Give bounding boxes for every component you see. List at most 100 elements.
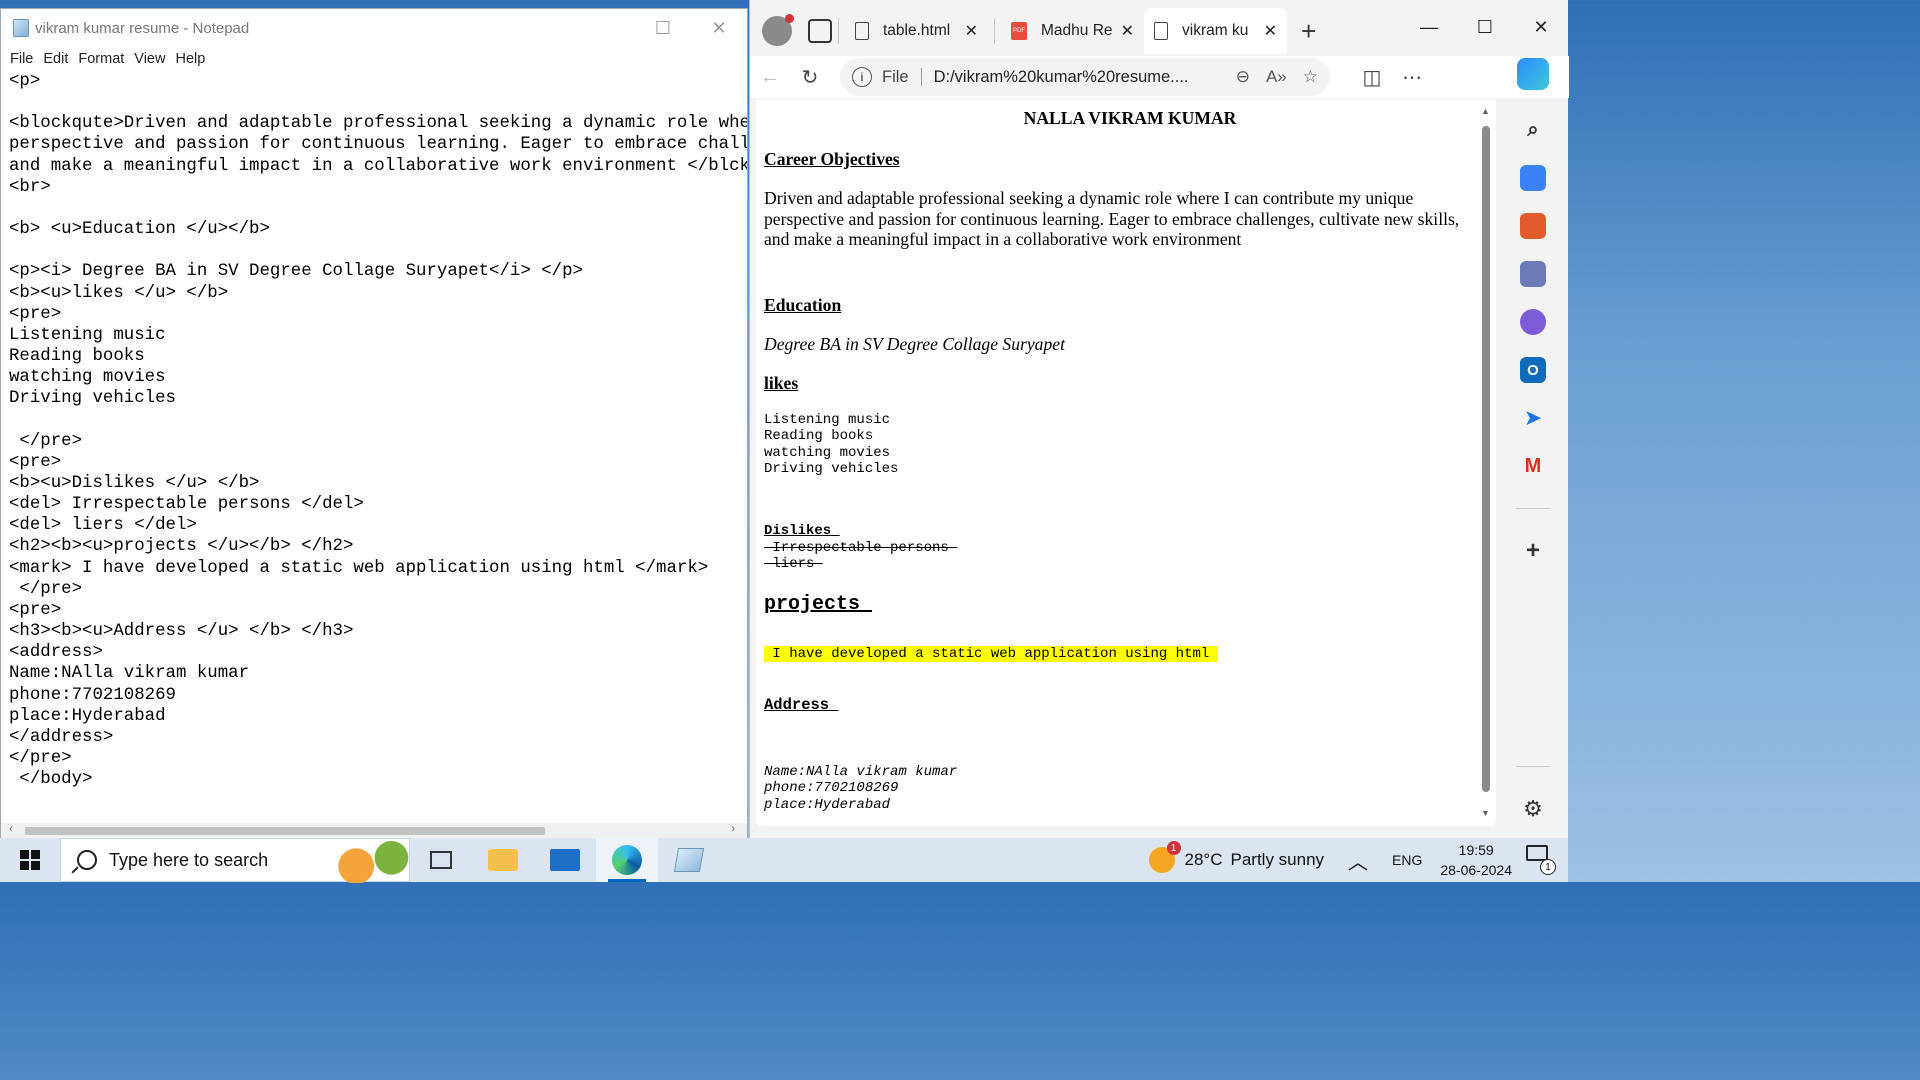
read-aloud-icon[interactable]: A» (1266, 67, 1287, 87)
tab-bar: table.html ✕ PDF Madhu Re ✕ vikram ku ✕ … (750, 8, 1569, 54)
dislike-item: Irrespectable persons (764, 539, 958, 556)
scroll-thumb[interactable] (25, 827, 545, 835)
notepad-taskbar-button[interactable] (658, 838, 720, 882)
maximize-button[interactable]: ☐ (1457, 8, 1513, 46)
copilot-icon[interactable] (1517, 58, 1549, 90)
dislikes-heading: Dislikes (764, 523, 840, 540)
search-icon[interactable]: ⌕ (1520, 117, 1546, 143)
education-heading: Education (764, 294, 842, 315)
browser-toolbar: ← ↻ i File D:/vikram%20kumar%20resume...… (750, 56, 1569, 98)
objective-text: Driven and adaptable professional seekin… (764, 188, 1460, 250)
scroll-right-icon[interactable]: › (731, 823, 735, 835)
tab-close-icon[interactable]: ✕ (1121, 21, 1134, 41)
taskbar: Type here to search 1 28°C Partly sunny … (0, 838, 1568, 883)
minimize-button[interactable]: — (1401, 8, 1457, 46)
file-explorer-button[interactable] (472, 838, 534, 882)
language-indicator[interactable]: ENG (1392, 852, 1422, 868)
tab-close-icon[interactable]: ✕ (1264, 21, 1277, 41)
menu-view[interactable]: View (134, 51, 165, 67)
document-icon (855, 22, 869, 40)
page-vertical-scrollbar[interactable]: ▲ ▼ (1480, 106, 1492, 818)
project-highlight: I have developed a static web applicatio… (764, 645, 1218, 662)
maximize-button[interactable]: ☐ (635, 9, 691, 47)
send-icon[interactable]: ➤ (1520, 405, 1546, 431)
url-text[interactable]: D:/vikram%20kumar%20resume.... (934, 68, 1220, 87)
notepad-window: vikram kumar resume - Notepad ☐ ✕ File E… (0, 8, 748, 840)
start-button[interactable] (0, 850, 60, 870)
scroll-thumb[interactable] (1482, 126, 1490, 792)
games-icon[interactable] (1520, 261, 1546, 287)
notepad-editor[interactable]: <p> <blockqute>Driven and adaptable prof… (1, 71, 747, 823)
weather-badge: 1 (1166, 841, 1181, 855)
close-button[interactable]: ✕ (1513, 8, 1569, 46)
notepad-titlebar: vikram kumar resume - Notepad ☐ ✕ (1, 9, 747, 47)
notepad-title: vikram kumar resume - Notepad (35, 19, 250, 37)
scroll-up-icon[interactable]: ▲ (1481, 106, 1490, 116)
windows-logo-icon (20, 850, 40, 870)
weather-icon[interactable]: 1 (1148, 841, 1181, 873)
clock[interactable]: 19:59 28-06-2024 (1440, 840, 1512, 880)
mail-button[interactable] (534, 838, 596, 882)
tab-table-html[interactable]: table.html ✕ (845, 12, 988, 50)
menu-file[interactable]: File (10, 51, 33, 67)
microsoft-365-icon[interactable] (1520, 309, 1546, 335)
degree-text: Degree BA in SV Degree Collage Suryapet (764, 333, 1065, 354)
refresh-button[interactable]: ↻ (790, 57, 830, 97)
notepad-text-content[interactable]: <p> <blockqute>Driven and adaptable prof… (9, 71, 747, 790)
scroll-down-icon[interactable]: ▼ (1481, 808, 1490, 818)
notification-center-button[interactable]: 1 (1526, 845, 1556, 875)
resume-page: NALLA VIKRAM KUMAR Career Objectives Dri… (756, 100, 1496, 813)
page-viewport[interactable]: NALLA VIKRAM KUMAR Career Objectives Dri… (756, 100, 1496, 826)
new-tab-button[interactable]: + (1301, 16, 1316, 47)
likes-heading: likes (764, 372, 799, 393)
close-button[interactable]: ✕ (691, 9, 747, 47)
back-button[interactable]: ← (750, 57, 790, 97)
scheme-label: File (882, 67, 909, 86)
task-view-icon (430, 851, 452, 869)
info-icon[interactable]: i (852, 67, 872, 87)
address-heading: Address (764, 696, 839, 715)
split-screen-button[interactable]: ◫ (1352, 57, 1392, 97)
gmail-icon[interactable]: M (1520, 453, 1546, 479)
more-options-button[interactable]: ⋯ (1392, 57, 1432, 97)
menu-edit[interactable]: Edit (43, 51, 68, 67)
tab-close-icon[interactable]: ✕ (965, 21, 978, 41)
scroll-left-icon[interactable]: ‹ (9, 823, 13, 835)
browser-window: table.html ✕ PDF Madhu Re ✕ vikram ku ✕ … (749, 0, 1569, 838)
weather-temp[interactable]: 28°C (1185, 850, 1223, 870)
tab-actions-icon[interactable] (808, 19, 832, 43)
address-bar[interactable]: i File D:/vikram%20kumar%20resume.... ⊖ … (840, 58, 1330, 96)
clock-time: 19:59 (1458, 842, 1494, 858)
notepad-horizontal-scrollbar[interactable]: ‹ › (1, 823, 747, 839)
document-icon (1154, 22, 1168, 40)
search-highlight-image (321, 841, 409, 883)
zoom-icon[interactable]: ⊖ (1236, 67, 1250, 87)
tab-label: vikram ku (1182, 22, 1249, 39)
edge-icon (612, 845, 642, 875)
tab-vikram-kumar[interactable]: vikram ku ✕ (1144, 8, 1287, 54)
menu-help[interactable]: Help (175, 51, 205, 67)
settings-gear-icon[interactable]: ⚙ (1520, 796, 1546, 822)
sidebar-divider (1516, 766, 1550, 767)
favorite-star-icon[interactable]: ☆ (1303, 67, 1318, 87)
outlook-icon[interactable]: O (1520, 357, 1546, 383)
search-icon (77, 850, 97, 870)
tools-icon[interactable] (1520, 213, 1546, 239)
task-view-button[interactable] (410, 838, 472, 882)
tab-madhu-resume[interactable]: PDF Madhu Re ✕ (1001, 12, 1144, 50)
shopping-tag-icon[interactable] (1520, 165, 1546, 191)
add-icon[interactable]: + (1520, 537, 1546, 564)
address-block: Name:NAlla vikram kumar phone:7702108269… (764, 764, 958, 813)
chevron-up-icon[interactable]: ︿ (1348, 846, 1368, 875)
edge-taskbar-button[interactable] (596, 838, 658, 882)
taskbar-search[interactable]: Type here to search (60, 838, 410, 883)
sidebar-divider (1516, 508, 1550, 509)
weather-desc[interactable]: Partly sunny (1230, 850, 1324, 870)
profile-avatar-icon[interactable] (762, 14, 794, 46)
pdf-icon: PDF (1011, 22, 1027, 40)
clock-date: 28-06-2024 (1440, 862, 1512, 878)
menu-format[interactable]: Format (78, 51, 124, 67)
edge-sidebar: ⌕ O ➤ M + ⚙ (1498, 56, 1568, 838)
likes-list: Listening music Reading books watching m… (764, 411, 899, 477)
tab-label: Madhu Re (1041, 22, 1113, 39)
